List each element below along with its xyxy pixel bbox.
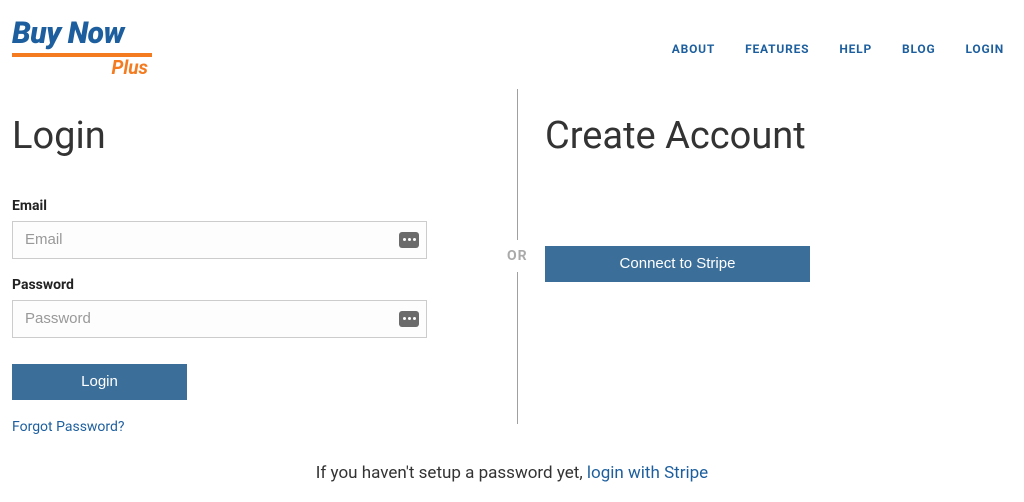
email-label: Email [12,198,427,214]
logo-text: Buy Now [12,20,124,49]
connect-stripe-button[interactable]: Connect to Stripe [545,246,810,282]
footer-prefix: If you haven't setup a password yet, [316,463,587,483]
login-column: Login Email Password Login Forgot Passwo… [12,114,467,435]
autofill-icon[interactable] [399,232,419,248]
nav-features[interactable]: FEATURES [745,42,809,56]
logo-word-now: Now [68,16,124,51]
divider-line-top [517,89,518,241]
content: Login Email Password Login Forgot Passwo… [0,89,1024,435]
create-account-heading: Create Account [545,114,1012,158]
password-label: Password [12,277,427,293]
login-heading: Login [12,114,427,158]
nav-help[interactable]: HELP [839,42,872,56]
footer-text: If you haven't setup a password yet, log… [0,463,1024,483]
logo-word-plus: Plus [111,56,148,79]
nav-login[interactable]: LOGIN [965,42,1004,56]
divider-line-bottom [517,272,518,424]
password-input-wrap [12,300,427,338]
header: Buy Now Plus ABOUT FEATURES HELP BLOG LO… [0,0,1024,89]
login-button[interactable]: Login [12,364,187,400]
logo-word-buy: Buy [12,16,61,51]
login-with-stripe-link[interactable]: login with Stripe [587,463,708,483]
password-input[interactable] [12,300,427,338]
create-account-column: Create Account Connect to Stripe [467,114,1012,435]
divider: OR [507,89,528,424]
nav-about[interactable]: ABOUT [672,42,715,56]
email-input[interactable] [12,221,427,259]
or-label: OR [507,240,528,272]
autofill-icon[interactable] [399,311,419,327]
forgot-password-link[interactable]: Forgot Password? [12,419,125,435]
main-nav: ABOUT FEATURES HELP BLOG LOGIN [672,42,1004,56]
logo[interactable]: Buy Now Plus [12,20,152,79]
email-input-wrap [12,221,427,259]
nav-blog[interactable]: BLOG [902,42,935,56]
